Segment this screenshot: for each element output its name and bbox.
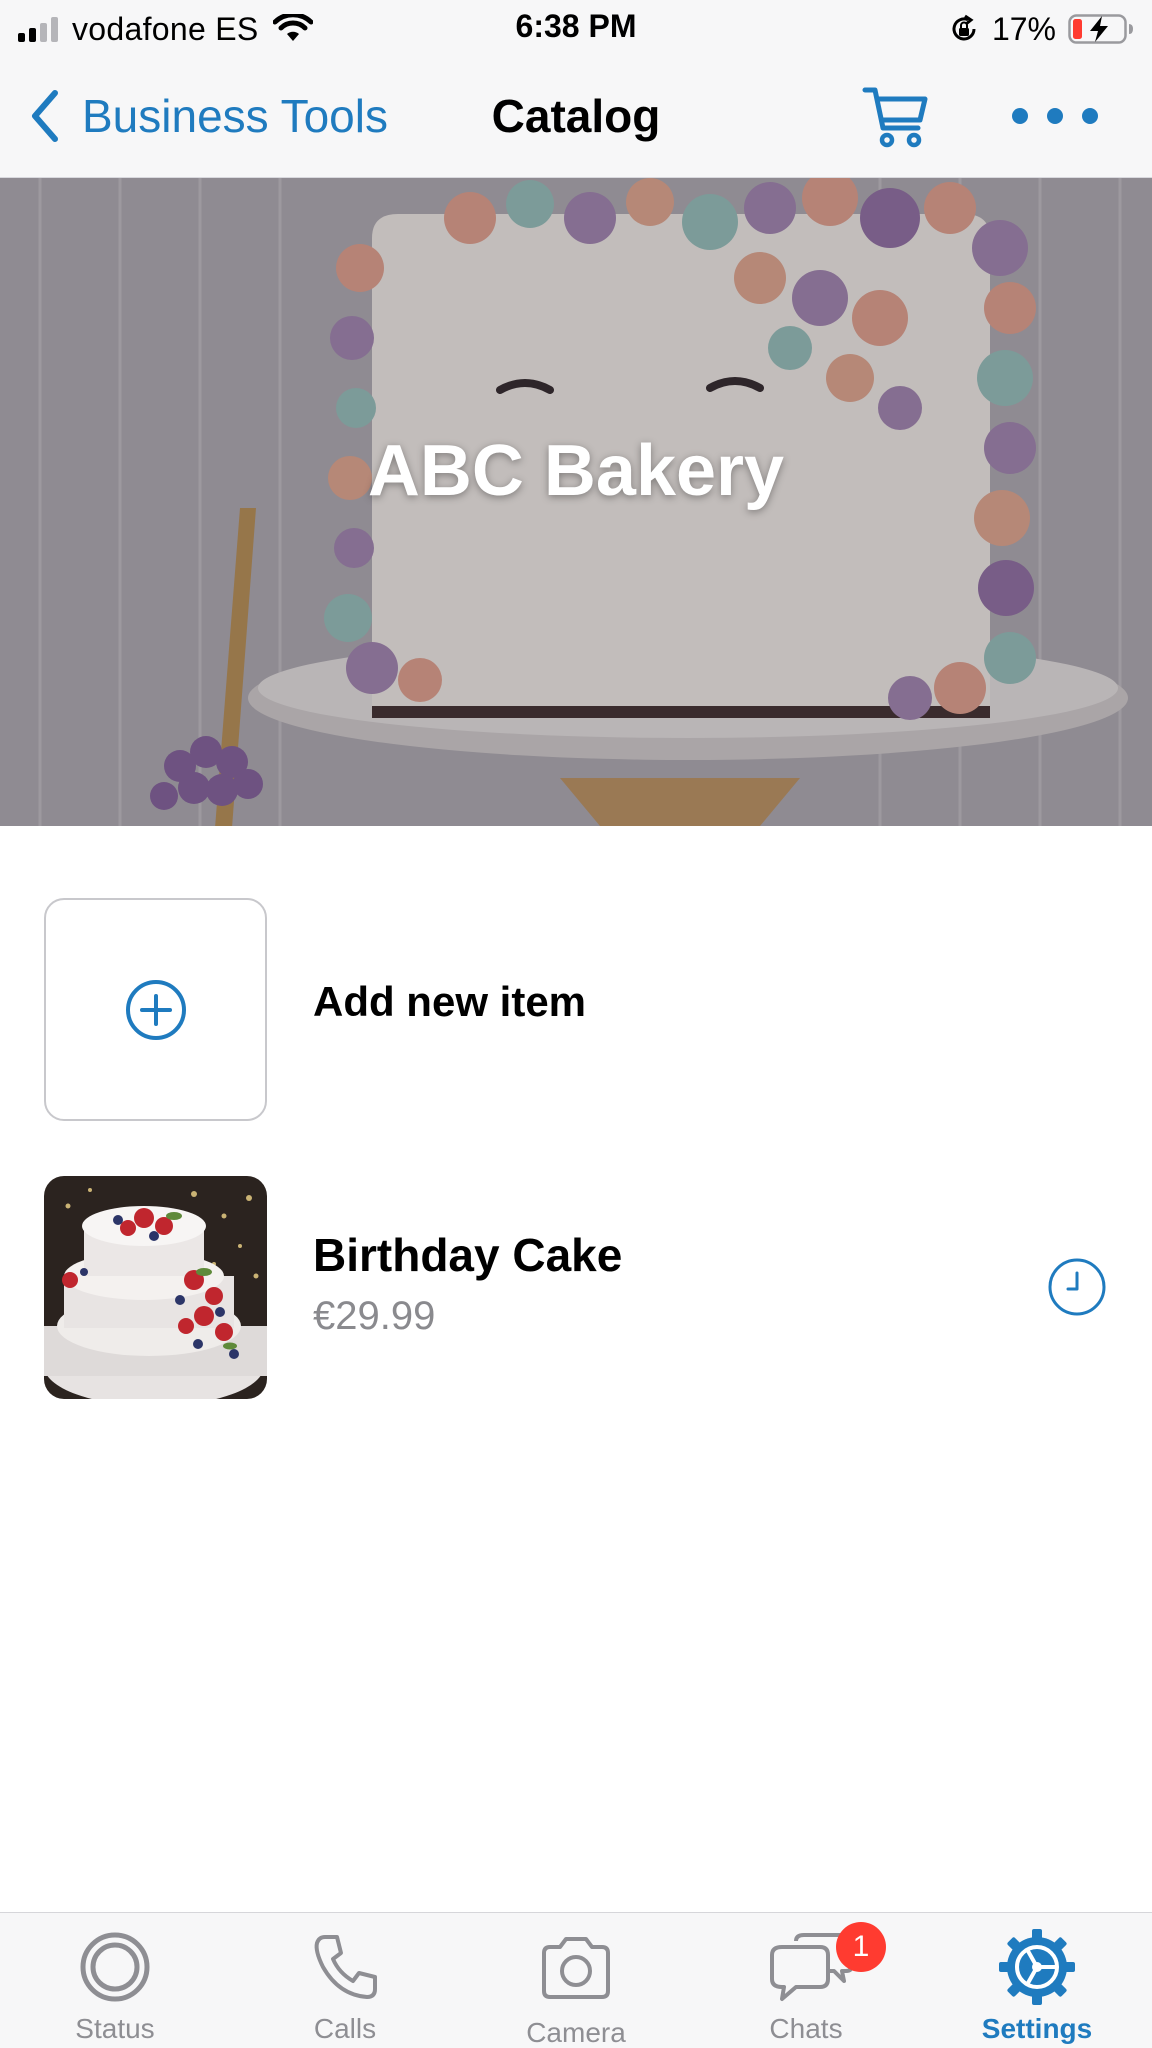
tab-camera-label: Camera [526,2017,626,2048]
more-icon[interactable] [1012,94,1098,138]
status-right: 17% [948,8,1134,50]
cart-button[interactable] [862,82,930,150]
chevron-left-icon [32,90,58,142]
orientation-lock-icon [952,14,976,41]
cake-thumbnail-image [44,1176,267,1399]
catalog-business-name: ABC Bakery [367,431,785,511]
battery-percent: 17% [991,10,1056,47]
tab-camera[interactable]: Camera [461,1913,691,2048]
tab-calls[interactable]: Calls [230,1913,460,2048]
tab-status[interactable]: Status [0,1913,230,2048]
status-icon [80,1932,150,2002]
back-button[interactable]: Business Tools [30,88,388,144]
tab-chats[interactable]: Chats [691,1913,921,2048]
back-button-label: Business Tools [82,90,388,142]
add-new-item-label: Add new item [313,978,587,1025]
tab-calls-label: Calls [313,2013,377,2044]
clock-icon [1046,1256,1108,1318]
page-title: Catalog [491,90,661,142]
plus-circle-icon [125,979,186,1040]
tab-chats-label: Chats [769,2013,843,2044]
catalog-item[interactable]: Birthday Cake €29.99 [0,1176,1152,1400]
tab-bar: Status Calls Camera Chats Settings [0,1912,1152,2048]
tab-settings[interactable]: Settings [922,1913,1152,2048]
tab-status-label: Status [75,2013,155,2044]
cart-icon [862,87,928,148]
battery-charging-icon [1068,14,1133,44]
chats-unread-badge: 1 [836,1922,886,1972]
item-thumbnail [44,1176,267,1399]
status-bar: vodafone ES 6:38 PM 17% [0,0,1152,58]
phone-icon [314,1935,377,1999]
add-new-item-row[interactable]: Add new item [0,898,1152,1122]
item-price: €29.99 [313,1294,436,1338]
add-item-tile[interactable] [44,898,267,1121]
tab-settings-label: Settings [981,2013,1093,2044]
item-name: Birthday Cake [313,1229,623,1281]
camera-icon [542,1937,610,1999]
gear-icon [999,1929,1075,2005]
catalog-cover-image[interactable]: ABC Bakery [0,178,1152,826]
nav-bar: Business Tools Catalog [0,58,1152,178]
